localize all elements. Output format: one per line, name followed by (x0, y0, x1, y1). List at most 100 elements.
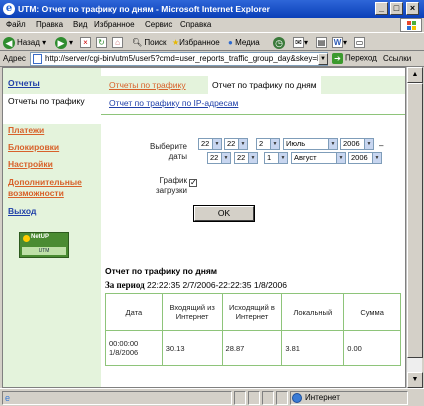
word-icon: W (332, 37, 343, 49)
to-minute-value: 22 (237, 153, 246, 162)
history-icon: ◷ (273, 36, 285, 49)
dropdown-arrow-icon: ▼ (270, 139, 279, 149)
search-label: Поиск (144, 38, 167, 47)
scroll-down-icon[interactable]: ▼ (407, 372, 423, 388)
to-day-value: 1 (267, 153, 272, 162)
sidebar-item-logout[interactable]: Выход (8, 206, 36, 217)
forward-arrow-icon: ▶ (55, 36, 67, 49)
history-button[interactable]: ◷ (273, 36, 287, 49)
dropdown-arrow-icon: ▼ (278, 153, 287, 163)
refresh-button[interactable]: ↻ (96, 36, 107, 49)
tab-traffic-reports[interactable]: Отчеты по трафику (109, 80, 186, 90)
stop-button[interactable]: × (80, 36, 91, 49)
menu-bar: Файл Правка Вид Избранное Сервис Справка (0, 18, 424, 32)
from-year-select[interactable]: 2006 ▼ (340, 138, 374, 150)
menu-edit[interactable]: Правка (36, 20, 63, 29)
scroll-thumb[interactable] (407, 83, 423, 358)
menu-view[interactable]: Вид (73, 20, 87, 29)
dropdown-arrow-icon: ▼ (336, 153, 345, 163)
discuss-icon: ▭ (354, 37, 365, 49)
to-month-value: Август (294, 153, 317, 162)
address-label: Адрес (3, 54, 26, 63)
ie-icon: e (3, 3, 15, 15)
tab-row: Отчеты по трафику Отчет по трафику по дн… (101, 76, 405, 94)
discuss-button[interactable]: ▭ (354, 36, 365, 49)
tab-traffic-by-day[interactable]: Отчет по трафику по дням (208, 76, 321, 94)
graph-checkbox[interactable]: ✓ (189, 179, 197, 187)
from-minute-select[interactable]: 22 ▼ (224, 138, 248, 150)
dropdown-arrow-icon: ▼ (221, 153, 230, 163)
go-arrow-icon: ➔ (332, 53, 343, 64)
from-month-select[interactable]: Июль ▼ (283, 138, 338, 150)
minimize-button[interactable]: _ (375, 2, 388, 15)
subtab-row: Отчет по трафику по IP-адресам (101, 94, 405, 114)
home-button[interactable]: ⌂ (112, 36, 123, 49)
to-year-select[interactable]: 2006 ▼ (348, 152, 382, 164)
sidebar-item-extra[interactable]: Дополнительные возможности (8, 177, 100, 199)
scroll-up-icon[interactable]: ▲ (407, 67, 423, 83)
dropdown-arrow-icon: ▼ (328, 139, 337, 149)
status-cell (248, 391, 260, 405)
status-message: e (2, 391, 232, 405)
cell-sum: 0.00 (343, 330, 401, 366)
address-input[interactable]: http://server/cgi-bin/utm5/user5?cmd=use… (30, 52, 328, 66)
from-minute-value: 22 (227, 139, 236, 148)
back-button[interactable]: ◀ Назад ▾ (3, 36, 46, 49)
col-date: Дата (105, 293, 163, 331)
sidebar-item-traffic-reports[interactable]: Отчеты по трафику (3, 94, 101, 124)
mail-button[interactable]: ✉ ▾ (293, 36, 308, 49)
print-button[interactable]: ▤ (316, 36, 327, 49)
sidebar-item-blocks[interactable]: Блокировки (8, 142, 59, 153)
dropdown-arrow-icon: ▼ (212, 139, 221, 149)
go-button[interactable]: ➔ Переход (332, 53, 377, 64)
cell-date: 00:00:00 1/8/2006 (105, 330, 163, 366)
edit-button[interactable]: W ▾ (332, 36, 347, 49)
search-button[interactable]: 🔍︎ Поиск (132, 36, 167, 49)
mail-icon: ✉ (293, 37, 304, 49)
media-button[interactable]: ● Медиа (228, 36, 260, 49)
media-label: Медиа (235, 38, 260, 47)
globe-icon (292, 393, 302, 403)
menu-favorites[interactable]: Избранное (94, 20, 135, 29)
tab-traffic-by-ip[interactable]: Отчет по трафику по IP-адресам (109, 98, 238, 108)
forward-button[interactable]: ▶ ▾ (55, 36, 73, 49)
close-button[interactable]: × (406, 2, 419, 15)
favorites-button[interactable]: ★Избранное (172, 36, 220, 49)
to-month-select[interactable]: Август ▼ (291, 152, 346, 164)
sidebar-item-reports[interactable]: Отчеты (8, 78, 40, 89)
to-hour-select[interactable]: 22 ▼ (207, 152, 231, 164)
maximize-button[interactable]: □ (390, 2, 403, 15)
to-minute-select[interactable]: 22 ▼ (234, 152, 258, 164)
netup-dot-icon (23, 235, 30, 242)
utm-product: UTM (22, 247, 66, 255)
ok-button[interactable]: OK (193, 205, 255, 222)
to-day-select[interactable]: 1 ▼ (264, 152, 288, 164)
sidebar: Отчеты Отчеты по трафику Платежи Блокиро… (3, 68, 101, 387)
media-icon: ● (228, 38, 233, 47)
menu-file[interactable]: Файл (6, 20, 26, 29)
sidebar-item-settings[interactable]: Настройки (8, 159, 53, 170)
refresh-icon: ↻ (96, 37, 107, 49)
menu-tools[interactable]: Сервис (145, 20, 172, 29)
from-day-select[interactable]: 2 ▼ (256, 138, 280, 150)
cell-local: 3.81 (281, 330, 345, 366)
sidebar-item-payments[interactable]: Платежи (8, 125, 44, 136)
zone-label: Интернет (292, 393, 340, 403)
links-button[interactable]: Ссылки (383, 54, 411, 63)
report-period: За период 22:22:35 2/7/2006-22:22:35 1/8… (105, 280, 287, 290)
traffic-table: Дата Входящий из Интернет Исходящий в Ин… (105, 293, 401, 366)
print-icon: ▤ (316, 37, 327, 49)
vertical-scrollbar[interactable]: ▲ ▼ (406, 67, 423, 388)
from-hour-select[interactable]: 22 ▼ (198, 138, 222, 150)
table-header-row: Дата Входящий из Интернет Исходящий в Ин… (105, 293, 401, 331)
dropdown-arrow-icon: ▼ (248, 153, 257, 163)
menu-help[interactable]: Справка (180, 20, 211, 29)
home-icon: ⌂ (112, 37, 123, 49)
from-day-value: 2 (259, 139, 264, 148)
go-label: Переход (345, 53, 377, 63)
date-range-separator: – (379, 141, 384, 150)
dropdown-arrow-icon: ▼ (364, 139, 373, 149)
address-dropdown-icon[interactable]: ▼ (318, 53, 328, 65)
toolbar: ◀ Назад ▾ ▶ ▾ × ↻ ⌂ 🔍︎ Поиск ★Избранное ● … (0, 32, 424, 51)
col-incoming: Входящий из Интернет (161, 293, 223, 331)
